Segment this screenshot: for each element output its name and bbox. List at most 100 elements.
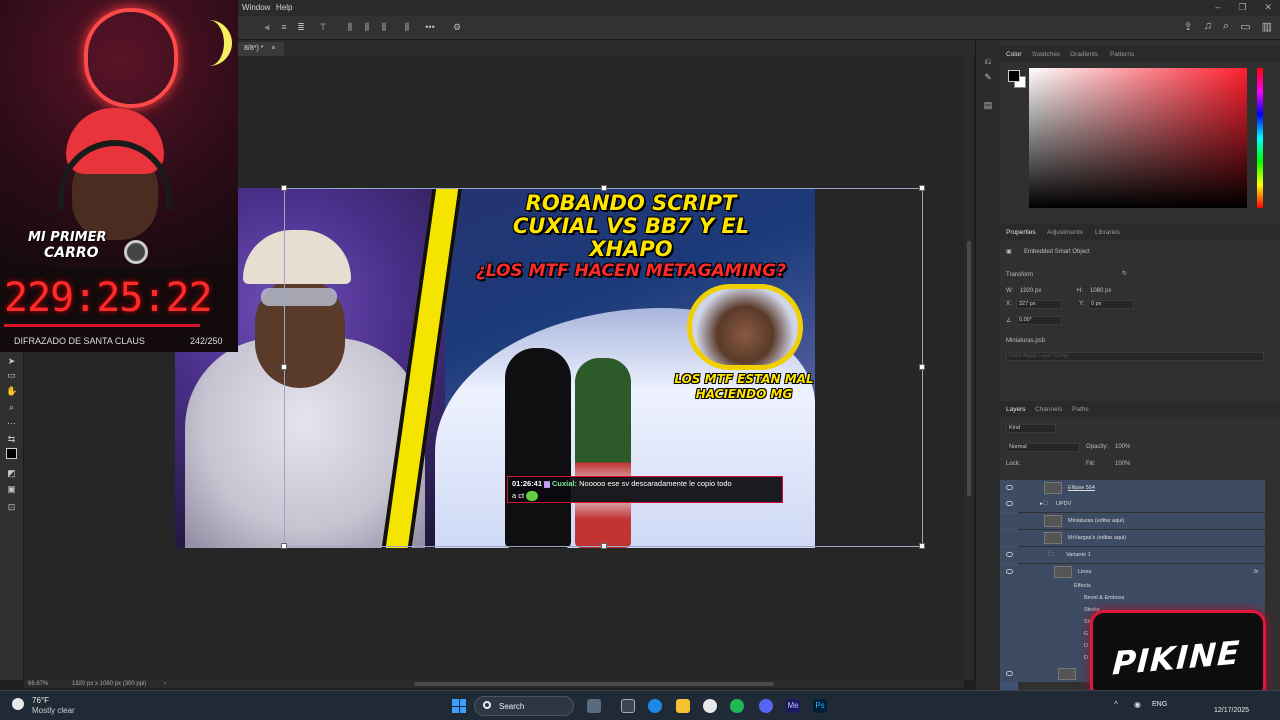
vertical-scrollbar[interactable] [964,56,974,680]
move-tool-icon[interactable]: ➤ [6,356,17,367]
tab-libraries[interactable]: Libraries [1095,229,1120,236]
chevron-up-icon[interactable]: ^ [1114,700,1118,709]
tab-adjustments[interactable]: Adjustments [1047,229,1083,236]
foreground-swatch[interactable] [1008,70,1020,82]
properties-icon[interactable]: ▤ [983,100,993,110]
restore-icon[interactable]: ❐ [1238,2,1246,13]
network-icon[interactable]: ◉ [1134,700,1141,709]
layer-row[interactable]: MrVargas's (editar aqui) [1000,530,1265,546]
align-top-icon[interactable]: ⊤ [318,22,328,32]
eye-icon[interactable] [1006,671,1013,676]
layer-filter-dropdown[interactable]: Kind [1006,424,1056,433]
menu-window[interactable]: Window [242,3,270,12]
language-indicator[interactable]: ENG [1152,701,1167,708]
hue-slider[interactable] [1257,68,1263,208]
screen-mode-icon[interactable]: ▣ [6,484,17,495]
weather-desc[interactable]: Mostly clear [32,706,75,715]
panels-icon[interactable]: ▥ [1262,20,1272,33]
tab-paths[interactable]: Paths [1072,406,1089,413]
color-picker-field[interactable] [1029,68,1247,208]
close-icon[interactable]: ✕ [1264,2,1272,13]
workspace-icon[interactable]: ▭ [1240,20,1250,33]
distribute-center-icon[interactable]: ⫼ [362,22,372,32]
status-arrow-icon[interactable]: › [164,681,166,687]
menu-help[interactable]: Help [276,3,292,12]
more-options-icon[interactable]: ••• [425,22,435,32]
eye-icon[interactable] [1006,569,1013,574]
tab-swatches[interactable]: Swatches [1032,51,1060,58]
align-center-icon[interactable]: ≡ [279,22,289,32]
blend-mode-dropdown[interactable]: Normal [1006,443,1080,452]
widgets-icon[interactable] [587,699,601,713]
obs-icon[interactable] [703,699,717,713]
fill-value[interactable]: 100% [1115,461,1130,467]
height-value[interactable]: 1080 px [1090,288,1111,294]
document-tab[interactable]: 8/8*) * × [236,42,284,56]
swap-colors-icon[interactable]: ⇆ [6,434,17,445]
eye-icon[interactable] [1006,501,1013,506]
bell-icon[interactable]: ♫ [1204,20,1212,33]
width-value[interactable]: 1920 px [1020,288,1041,294]
file-explorer-icon[interactable] [676,699,690,713]
zoom-level[interactable]: 66.67% [28,681,48,687]
thumbnail-image[interactable]: ROBANDO SCRIPT CUXIAL VS BB7 Y EL XHAPO … [175,188,815,548]
distribute-left-icon[interactable]: ⫼ [345,22,355,32]
eye-icon[interactable] [1006,485,1013,490]
quick-mask-icon[interactable]: ◩ [6,468,17,479]
x-field[interactable]: 327 px [1016,300,1062,309]
align-right-icon[interactable]: ≣ [296,22,306,32]
layer-name: Miniaturas (editar aqui) [1068,518,1125,524]
tab-properties[interactable]: Properties [1006,229,1036,236]
photoshop-icon[interactable]: Ps [813,699,827,713]
zoom-tool-icon[interactable]: ⌕ [6,402,17,413]
tab-channels[interactable]: Channels [1035,406,1062,413]
layer-row[interactable]: Miniaturas (editar aqui) [1000,513,1265,529]
spotify-icon[interactable] [730,699,744,713]
windows-start-icon[interactable] [452,699,466,713]
search-icon[interactable]: ⌕ [1223,20,1229,33]
weather-temp[interactable]: 76°F [32,696,49,705]
more-tools-icon[interactable]: ⋯ [6,418,17,429]
layer-name: UPDV [1056,501,1072,507]
foreground-color-swatch[interactable] [6,448,17,459]
gear-icon[interactable]: ⚙ [452,22,462,32]
comments-icon[interactable]: ✎ [983,72,993,82]
minimize-icon[interactable]: – [1215,2,1220,13]
history-icon[interactable]: ⎌ [983,56,993,66]
task-view-icon[interactable] [621,699,635,713]
share-icon[interactable]: ⇪ [1184,20,1193,33]
linked-file: Miniaturas.psb [1006,338,1046,344]
hand-tool-icon[interactable]: ✋ [6,386,17,397]
taskbar-search[interactable]: Search [474,696,574,716]
marquee-tool-icon[interactable]: ▭ [6,370,17,381]
distribute-spacing-icon[interactable]: ⫼ [402,22,412,32]
timer-value: 229:25:22 [4,275,213,321]
opacity-value[interactable]: 100% [1115,444,1130,450]
discord-icon[interactable] [759,699,773,713]
tab-close-icon[interactable]: × [271,45,275,52]
reset-icon[interactable]: ↻ [1122,270,1127,277]
weather-icon[interactable] [12,698,24,710]
y-field[interactable]: 0 px [1088,300,1134,309]
tab-color[interactable]: Color [1006,51,1022,58]
align-left-icon[interactable]: ⫷ [262,22,272,32]
eye-icon[interactable] [1006,552,1013,557]
circle-caption: LOS MTF ESTAN MAL HACIENDO MG [663,372,815,402]
layer-row[interactable]: ▸🗀 UPDV [1000,496,1265,512]
clock-date[interactable]: 12/17/2025 [1214,707,1249,714]
layer-row[interactable]: 🗀 Variante 1 [1000,547,1265,563]
vertical-scroll-thumb[interactable] [967,241,971,496]
edge-icon[interactable] [648,699,662,713]
layer-thumbnail [1044,482,1062,494]
artboard-icon[interactable]: ⊡ [6,502,17,513]
car-badge: MI PRIMER CARRO [6,226,156,266]
media-encoder-icon[interactable]: Me [786,699,800,713]
tab-gradients[interactable]: Gradients [1070,51,1098,58]
angle-field[interactable]: 0.00° [1016,316,1062,325]
distribute-right-icon[interactable]: ⫼ [379,22,389,32]
layer-row[interactable]: Ellipse 564 [1000,480,1265,496]
window-controls: – ❐ ✕ [1215,2,1272,13]
layer-comp-dropdown[interactable]: Don't Apply Layer Comp [1006,352,1264,361]
tab-patterns[interactable]: Patterns [1110,51,1134,58]
tab-layers[interactable]: Layers [1006,406,1026,413]
